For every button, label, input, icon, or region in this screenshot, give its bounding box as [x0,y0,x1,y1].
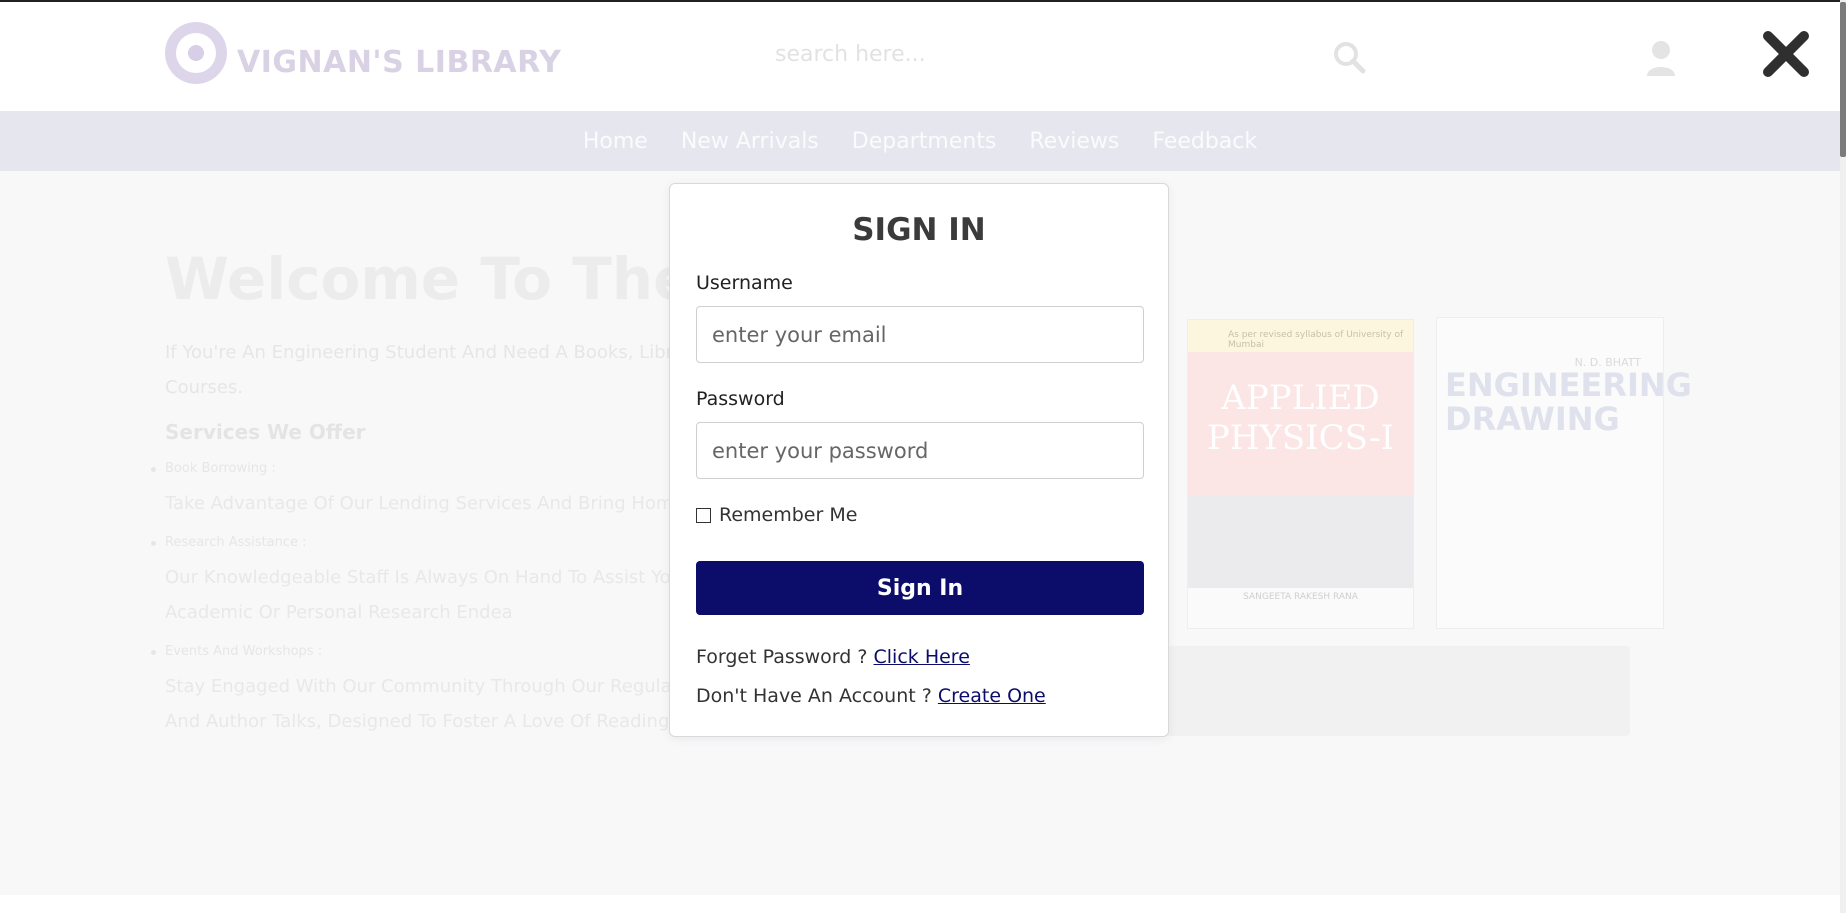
nav-new-arrivals[interactable]: New Arrivals [681,129,819,154]
create-account-link[interactable]: Create One [938,685,1046,707]
book-shelf-panel [1165,646,1630,736]
close-icon[interactable] [1758,26,1814,82]
services-heading: Services We Offer [165,420,366,444]
nav-home[interactable]: Home [583,129,648,154]
forgot-password-link[interactable]: Click Here [874,646,970,668]
password-label: Password [696,388,785,410]
create-account-text: Don't Have An Account ? [696,685,932,707]
book-title-line: APPLIED [1221,378,1380,418]
nav-reviews[interactable]: Reviews [1029,129,1119,154]
book-author: SANGEETA RAKESH RANA [1243,592,1358,602]
modal-title: SIGN IN [852,212,986,248]
nav-departments[interactable]: Departments [852,129,997,154]
search-input[interactable]: search here... [775,42,926,67]
book-title-line: DRAWING [1445,400,1620,438]
user-icon[interactable] [1645,40,1677,76]
book-syllabus-band: As per revised syllabus of University of… [1188,320,1413,352]
checkbox-icon[interactable] [696,507,711,523]
forgot-password-row: Forget Password ? Click Here [696,646,970,668]
book-cover-applied-physics[interactable]: As per revised syllabus of University of… [1187,319,1414,629]
create-account-row: Don't Have An Account ? Create One [696,685,1046,707]
book-title-panel: APPLIED PHYSICS-I [1188,352,1413,495]
sign-in-button[interactable]: Sign In [696,561,1144,615]
remember-me-checkbox[interactable]: Remember Me [696,504,857,526]
username-input[interactable] [696,306,1144,363]
search-icon[interactable] [1332,40,1366,74]
book-title-line: ENGINEERING [1445,366,1692,404]
site-logo[interactable]: VIGNAN'S LIBRARY [165,22,561,84]
site-header: VIGNAN'S LIBRARY search here... [0,0,1846,111]
book-title-line: PHYSICS-I [1206,418,1395,458]
scrollbar-thumb[interactable] [1840,2,1846,157]
username-label: Username [696,272,793,294]
book-cover-art [1188,495,1413,588]
book-title: ENGINEERING DRAWING [1445,368,1692,436]
main-nav: Home New Arrivals Departments Reviews Fe… [0,111,1840,171]
logo-emblem-icon [165,22,227,84]
forgot-password-text: Forget Password ? [696,646,868,668]
logo-text: VIGNAN'S LIBRARY [237,44,562,80]
password-input[interactable] [696,422,1144,479]
book-cover-engineering-drawing[interactable]: N. D. BHATT ENGINEERING DRAWING [1436,317,1692,629]
nav-feedback[interactable]: Feedback [1152,129,1257,154]
remember-me-label: Remember Me [719,504,858,526]
sign-in-modal: SIGN IN Username Password Remember Me Si… [669,183,1169,737]
hero-title: Welcome To The L [165,245,750,313]
